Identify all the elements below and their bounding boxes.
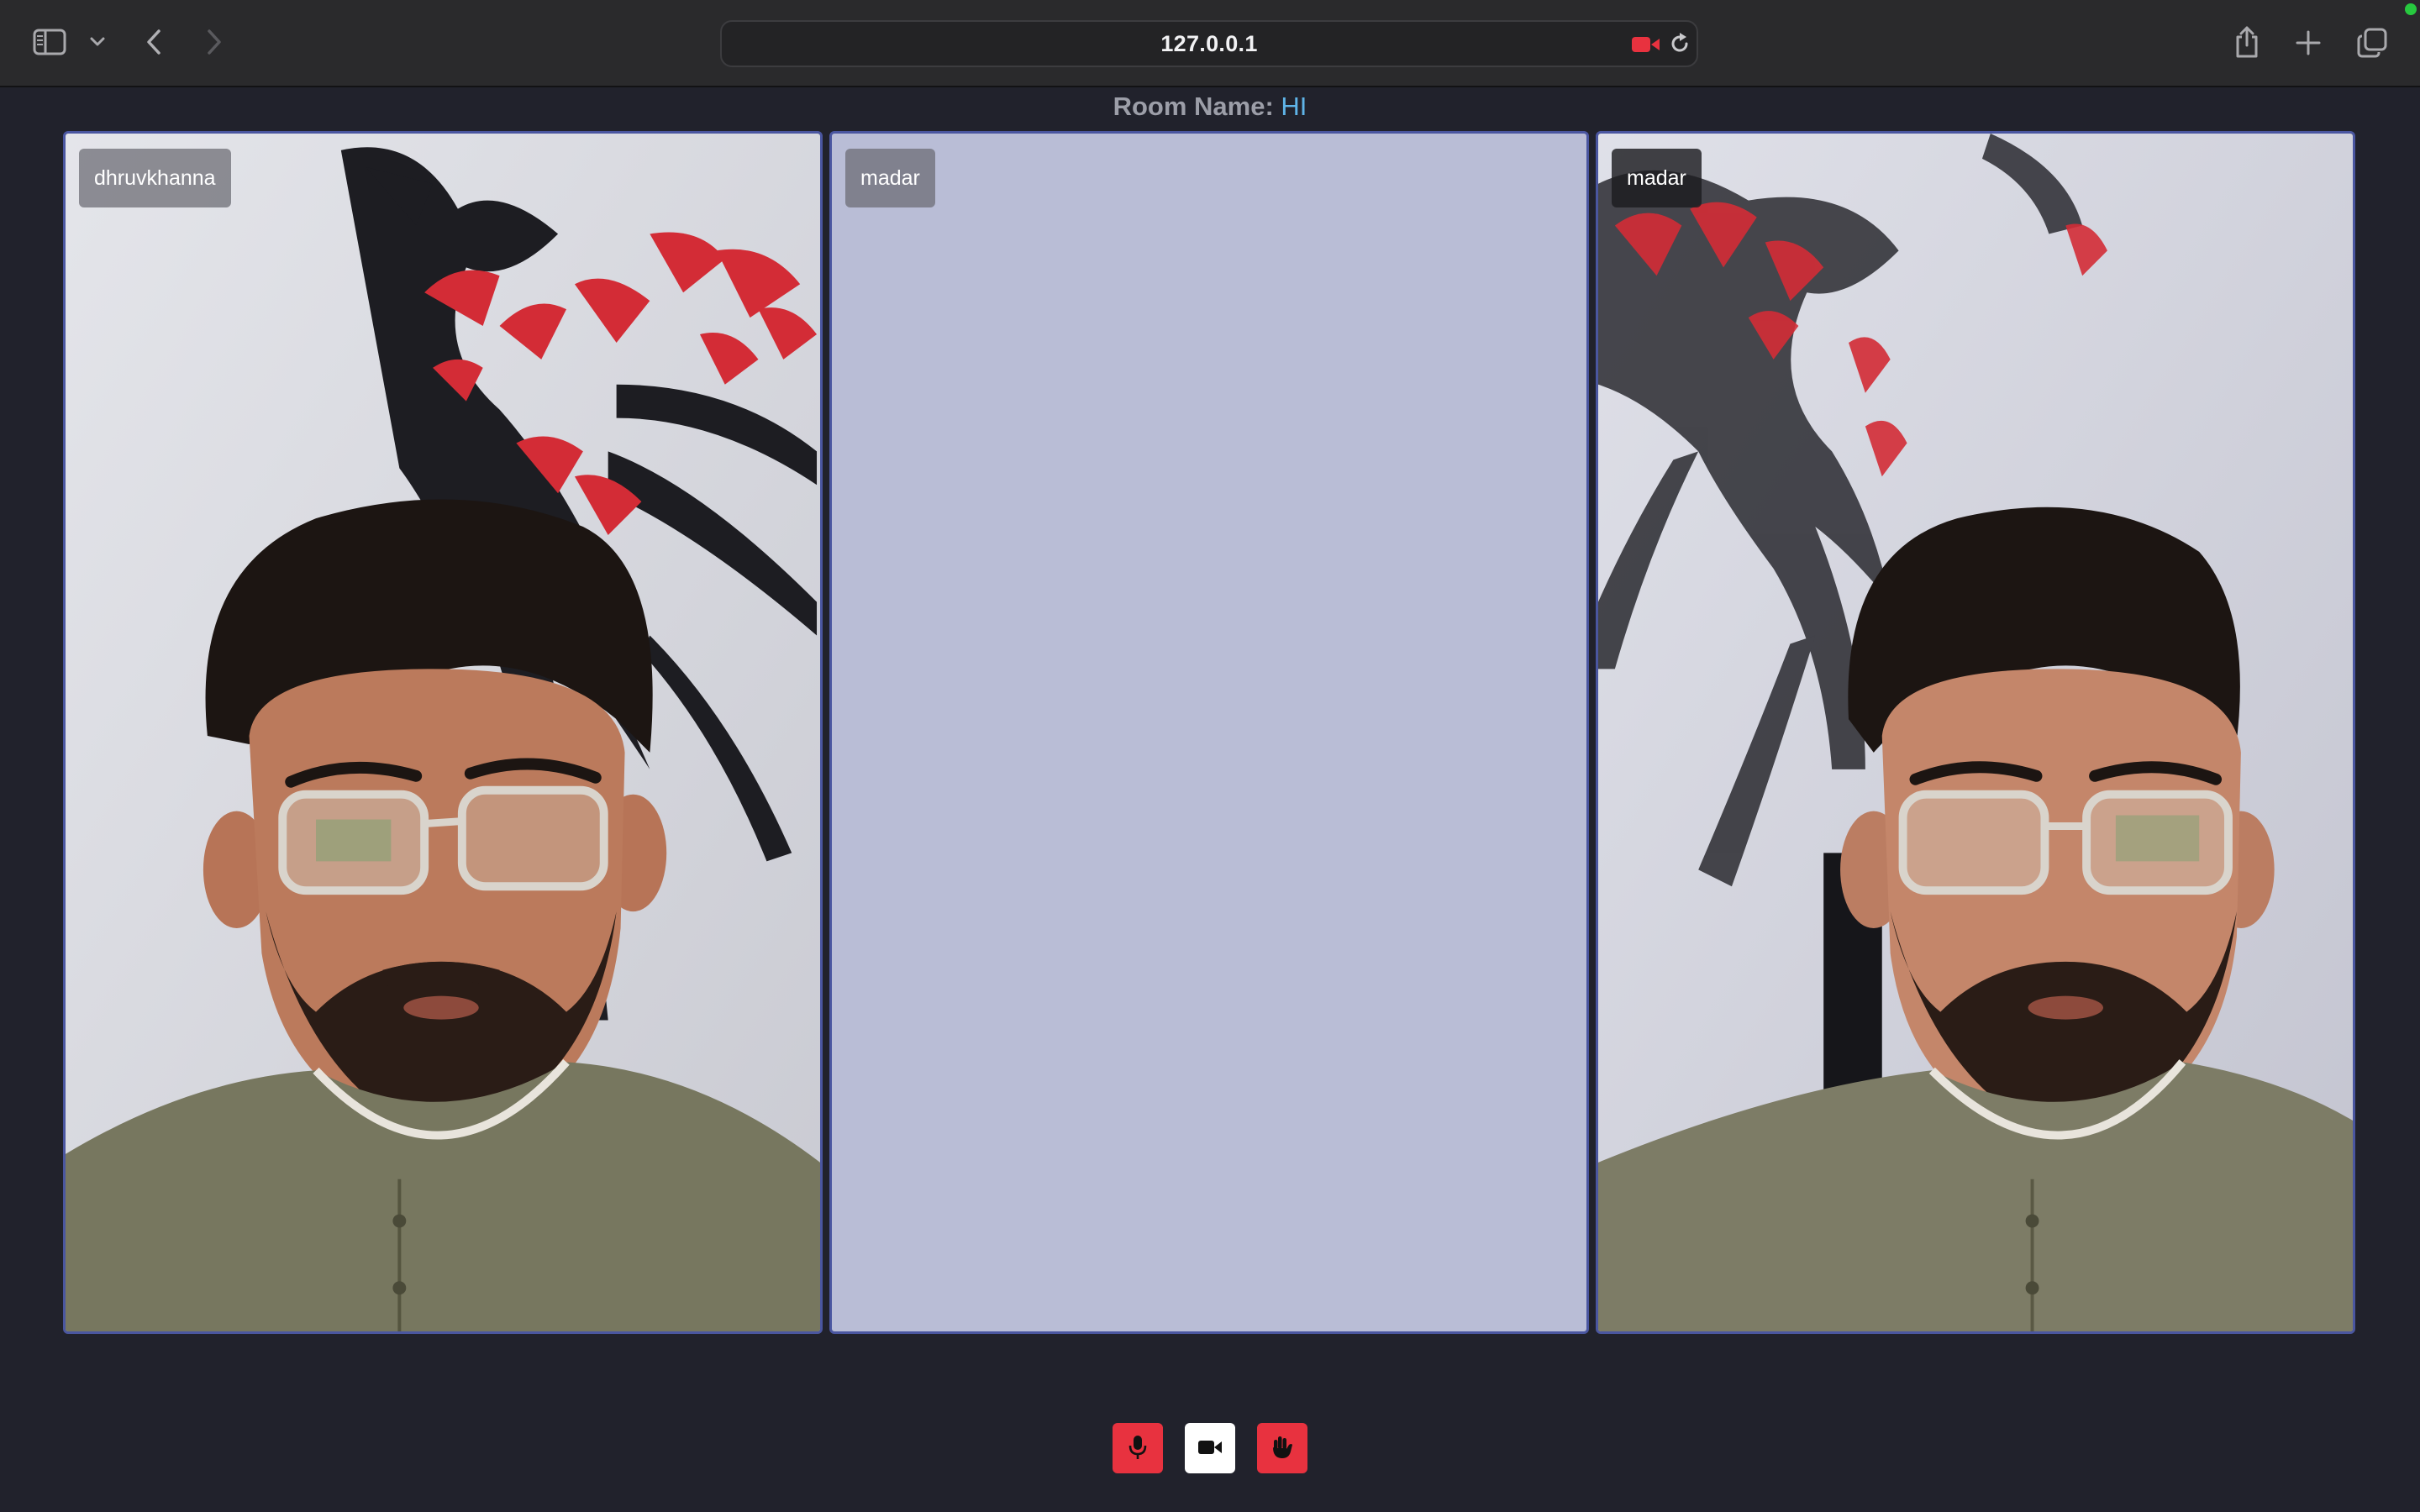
video-off-placeholder [832,134,1586,1331]
raise-hand-button[interactable] [1257,1423,1307,1473]
chevron-right-icon[interactable] [202,25,227,59]
participant-video [1598,134,2353,1331]
url-text[interactable]: 127.0.0.1 [722,22,1697,66]
video-camera-icon[interactable] [1629,32,1663,57]
room-title: Room Name: HI [0,89,2420,124]
reload-icon[interactable] [1666,30,1693,57]
participant-tile: madar [829,131,1589,1334]
participant-name-tag: dhruvkhanna [79,149,231,207]
video-camera-icon [1197,1438,1223,1459]
chevron-left-icon[interactable] [141,25,166,59]
room-name-label: Room Name: [1113,92,1274,121]
status-dot [2405,3,2417,15]
participant-tile: dhruvkhanna [63,131,823,1334]
hand-icon [1270,1435,1294,1462]
chevron-down-icon[interactable] [87,32,108,52]
participant-video [66,134,820,1331]
call-controls [1113,1423,1307,1473]
camera-toggle-button[interactable] [1185,1423,1235,1473]
participant-tile: madar [1596,131,2355,1334]
sidebar-icon[interactable] [30,25,69,59]
share-icon[interactable] [2232,24,2262,60]
room-name-value: HI [1281,92,1307,121]
microphone-icon [1128,1435,1147,1462]
participant-name-tag: madar [1612,149,1702,207]
plus-icon[interactable] [2292,27,2324,59]
browser-toolbar: 127.0.0.1 [0,0,2420,87]
participant-name-tag: madar [845,149,935,207]
address-bar[interactable]: 127.0.0.1 [720,20,1698,67]
mute-button[interactable] [1113,1423,1163,1473]
tabs-overview-icon[interactable] [2354,25,2390,60]
